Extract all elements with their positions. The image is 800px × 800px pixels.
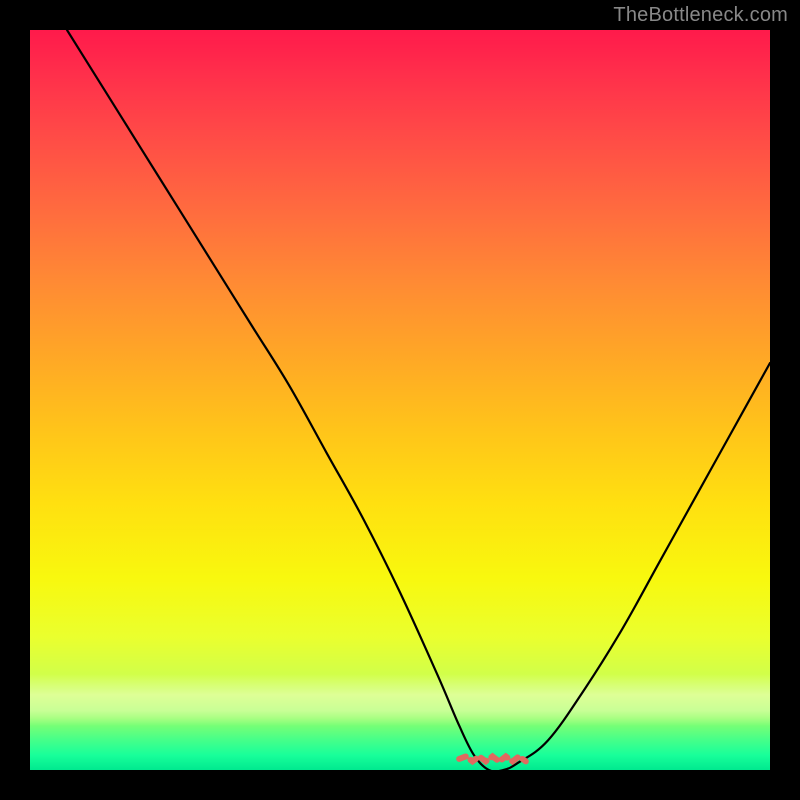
chart-root: TheBottleneck.com	[0, 0, 800, 800]
flat-bottom-marker	[459, 756, 526, 761]
plot-area	[30, 30, 770, 770]
watermark-text: TheBottleneck.com	[613, 4, 788, 27]
curve-layer	[30, 30, 770, 770]
bottleneck-curve	[67, 30, 770, 770]
